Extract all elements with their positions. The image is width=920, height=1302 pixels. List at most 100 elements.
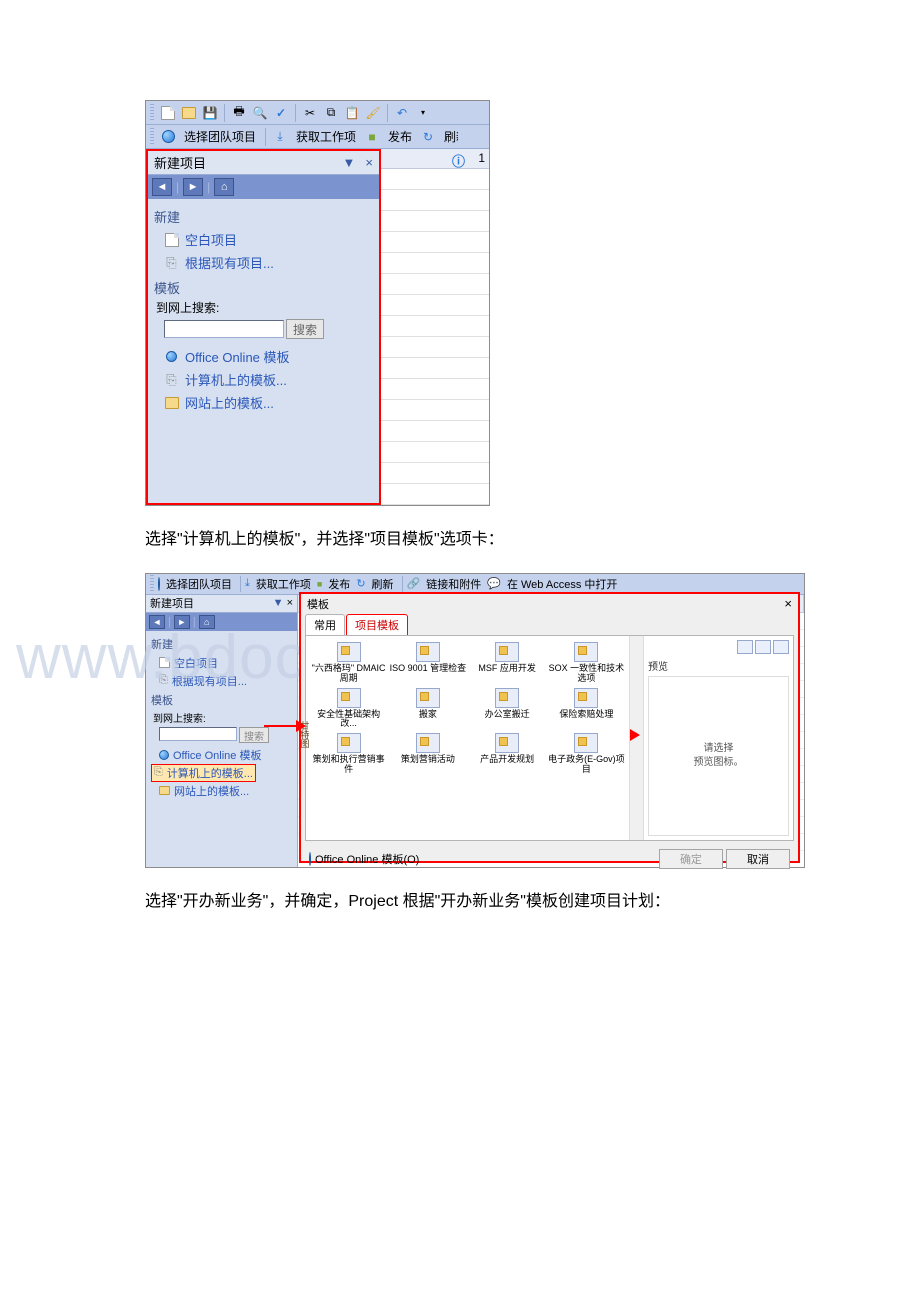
view-list-icon[interactable] [755,640,771,654]
office-online-templates-link[interactable]: Office Online 模板 [154,345,373,368]
grid-row[interactable] [381,253,489,274]
template-label: 策划营销活动 [401,755,455,765]
grid-row[interactable] [381,232,489,253]
template-item[interactable]: 安全性基础架构改... [310,688,387,730]
tab-project-templates[interactable]: 项目模板 [346,614,408,635]
nav-forward-icon[interactable]: ► [174,615,190,629]
nav-home-icon[interactable]: ⌂ [199,615,215,629]
template-item[interactable]: 搬家 [389,688,466,730]
ok-button[interactable]: 确定 [659,849,723,869]
computer-templates-link-highlighted[interactable]: ⎘计算机上的模板... [151,764,256,782]
blank-project-link[interactable]: 空白项目 [154,228,373,251]
refresh-icon[interactable]: ↻ [419,128,437,146]
copy-icon[interactable]: ⧉ [322,104,340,122]
open-web-access-button[interactable]: 在 Web Access 中打开 [503,576,621,592]
grid-row[interactable] [381,442,489,463]
template-item[interactable]: 办公室搬迁 [469,688,546,730]
get-work-items-icon[interactable]: ⤓ [271,128,289,146]
template-search-button[interactable]: 搜索 [286,319,324,339]
template-item[interactable]: 策划营销活动 [389,733,466,775]
task-pane-dropdown-icon[interactable]: ▼ [343,155,356,170]
template-item[interactable]: 电子政务(E-Gov)项目 [548,733,625,775]
task-pane-nav: ◄ | ► | ⌂ [148,175,379,199]
task-pane-close-icon[interactable]: × [365,155,373,170]
office-online-templates-button[interactable]: Office Online 模板(O) [315,851,419,867]
web-templates-link[interactable]: 网站上的模板... [151,782,292,800]
publish-button[interactable]: 发布 [324,576,354,592]
toolbar-grip[interactable] [150,104,154,122]
links-icon[interactable]: 🔗 [407,577,421,590]
tab-common[interactable]: 常用 [305,614,345,635]
print-icon[interactable]: 🖶 [230,104,248,122]
new-icon[interactable] [159,104,177,122]
grid-row[interactable] [381,358,489,379]
template-search-input[interactable] [164,320,284,338]
template-item[interactable]: "六西格玛" DMAIC 周期 [310,642,387,684]
blank-project-link[interactable]: 空白项目 [151,654,292,672]
paste-icon[interactable]: 📋 [343,104,361,122]
grid-row[interactable] [381,337,489,358]
view-large-icons-icon[interactable] [737,640,753,654]
nav-home-icon[interactable]: ⌂ [214,178,234,196]
format-painter-icon[interactable]: 🖌 [364,104,382,122]
grid-row[interactable] [381,463,489,484]
grid-row[interactable] [381,400,489,421]
office-online-templates-link[interactable]: Office Online 模板 [151,746,292,764]
toolbar-grip[interactable] [150,575,154,593]
template-label: 产品开发规划 [480,755,534,765]
undo-icon[interactable]: ↶ [393,104,411,122]
links-attachments-button[interactable]: 链接和附件 [422,576,485,592]
select-team-project-button[interactable]: 选择团队项目 [180,128,260,145]
get-work-items-button[interactable]: 获取工作项 [292,128,360,145]
select-team-project-button[interactable]: 选择团队项目 [162,576,236,592]
template-item[interactable]: 保险索赔处理 [548,688,625,730]
print-preview-icon[interactable]: 🔍 [251,104,269,122]
grid-row[interactable] [381,316,489,337]
view-details-icon[interactable] [773,640,789,654]
web-templates-link[interactable]: 网站上的模板... [154,391,373,414]
grid-row[interactable] [381,169,489,190]
team-project-icon[interactable] [158,578,160,590]
task-pane-close-icon[interactable]: × [287,597,293,609]
template-search-button[interactable]: 搜索 [239,727,269,743]
template-item[interactable]: 产品开发规划 [469,733,546,775]
undo-dropdown-icon[interactable]: ▾ [414,104,432,122]
template-item[interactable]: 策划和执行营销事件 [310,733,387,775]
nav-back-icon[interactable]: ◄ [152,178,172,196]
nav-forward-icon[interactable]: ► [183,178,203,196]
template-item[interactable]: SOX 一致性和技术选项 [548,642,625,684]
open-icon[interactable] [180,104,198,122]
publish-icon[interactable]: ■ [317,579,322,589]
grid-row[interactable] [381,274,489,295]
spellcheck-icon[interactable]: ✓ [272,104,290,122]
refresh-icon[interactable]: ↻ [356,577,365,590]
refresh-button[interactable]: 刷新 [368,576,398,592]
grid-row[interactable] [381,211,489,232]
get-work-items-icon[interactable]: ⤓ [245,577,250,590]
cut-icon[interactable]: ✂ [301,104,319,122]
grid-row[interactable] [381,379,489,400]
nav-back-icon[interactable]: ◄ [149,615,165,629]
from-existing-project-link[interactable]: ⎘根据现有项目... [151,672,292,690]
cancel-button[interactable]: 取消 [726,849,790,869]
grid-row[interactable] [381,190,489,211]
grid-row[interactable] [381,295,489,316]
from-existing-project-link[interactable]: ⎘ 根据现有项目... [154,251,373,274]
section-templates-heading: 模板 [154,278,373,297]
dialog-close-icon[interactable]: × [784,596,792,611]
publish-icon[interactable]: ■ [363,128,381,146]
team-project-icon[interactable] [159,128,177,146]
refresh-button[interactable]: 刷新 [440,128,458,145]
grid-row[interactable] [381,484,489,505]
save-icon[interactable]: 💾 [201,104,219,122]
toolbar-grip[interactable] [150,128,154,146]
publish-button[interactable]: 发布 [384,128,416,145]
task-pane-dropdown-icon[interactable]: ▼ [273,597,284,609]
template-item[interactable]: MSF 应用开发 [469,642,546,684]
template-search-input[interactable] [159,727,237,741]
template-item[interactable]: ISO 9001 管理检查 [389,642,466,684]
webaccess-icon[interactable]: 💬 [487,577,501,590]
get-work-items-button[interactable]: 获取工作项 [252,576,315,592]
computer-templates-link[interactable]: ⎘ 计算机上的模板... [154,368,373,391]
grid-row[interactable] [381,421,489,442]
